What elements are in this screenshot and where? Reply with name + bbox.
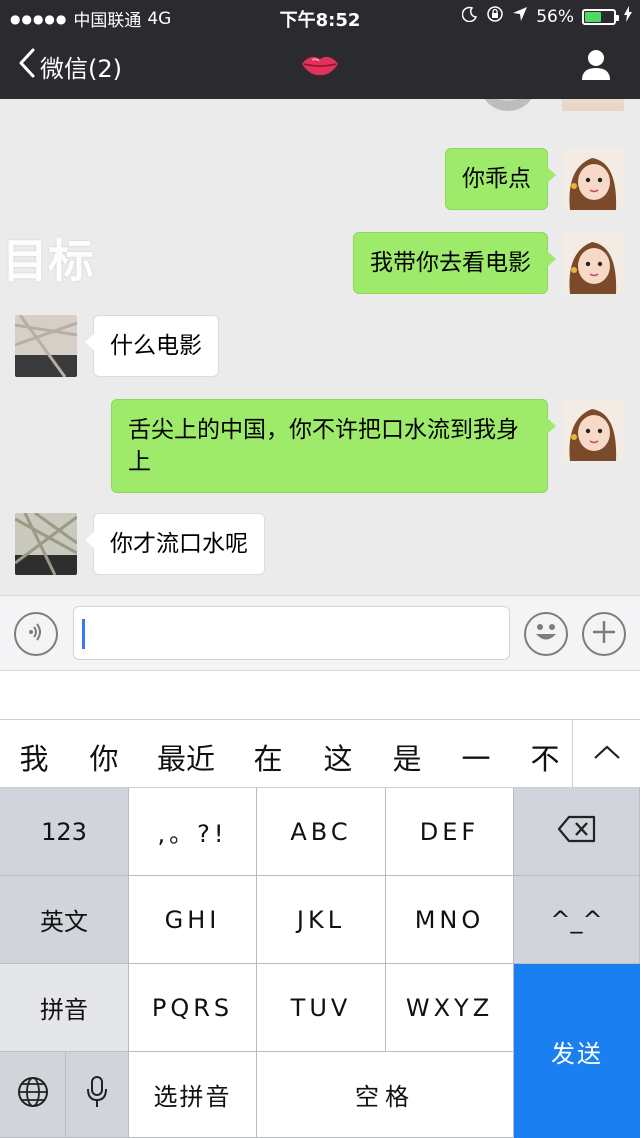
send-button[interactable]: 发送 [514,964,640,1138]
back-button[interactable]: 微信(2) [18,48,122,84]
select-pinyin-key[interactable]: 选拼音 [129,1052,257,1138]
rotation-lock-icon [486,5,504,28]
message-bubble[interactable]: 你乖点 [445,148,556,210]
candidate-item[interactable]: 是 [374,736,440,778]
key-pinyin[interactable]: 拼音 [0,964,129,1052]
watermark: 目标 [2,234,94,288]
battery-percent: 56% [536,6,574,27]
key-123[interactable]: 123 [0,788,129,876]
candidate-item[interactable]: 我 [1,736,67,778]
key-tuv[interactable]: TUV [257,964,386,1052]
candidate-item[interactable]: 你 [71,736,137,778]
keyboard-top-gap [0,671,640,719]
input-bar [0,595,640,671]
key-punctuation[interactable]: ,。?! [129,788,257,876]
backspace-icon [557,815,597,849]
key-jkl[interactable]: JKL [257,876,386,964]
partial-sticker [478,99,538,115]
candidate-bar: 我 你 最近 在 这 是 一 不 [0,719,640,788]
mic-icon [86,1075,108,1115]
top-bar: ●●●●● 中国联通 4G 下午8:52 56% 微信(2) [0,0,640,99]
chat-area[interactable]: 目标 你乖点 我带你去看电影 什么电影 舌尖上的中国，你不许把口水流到我身上 你… [0,99,640,595]
chevron-up-icon [593,744,621,764]
candidate-item[interactable]: 一 [443,736,509,778]
avatar[interactable] [15,513,77,575]
avatar[interactable] [562,148,624,210]
key-abc[interactable]: ABC [257,788,386,876]
avatar[interactable] [15,315,77,377]
message-bubble[interactable]: 舌尖上的中国，你不许把口水流到我身上 [111,399,556,493]
location-icon [512,6,528,27]
message-bubble[interactable]: 我带你去看电影 [353,232,556,294]
message-bubble[interactable]: 什么电影 [85,315,219,377]
key-english[interactable]: 英文 [0,876,129,964]
key-pqrs[interactable]: PQRS [129,964,257,1052]
key-mno[interactable]: MNO [386,876,514,964]
avatar[interactable] [562,99,624,111]
message-input[interactable] [73,606,510,660]
voice-icon [25,621,47,647]
nav-bar: 微信(2) [0,34,640,99]
lips-icon [300,50,340,80]
back-label: 微信(2) [40,54,122,83]
emoji-button[interactable] [524,612,568,656]
moon-icon [461,6,478,27]
key-wxyz[interactable]: WXYZ [386,964,514,1052]
avatar[interactable] [562,399,624,461]
charging-icon [624,6,632,27]
text-caret [82,619,85,649]
globe-icon [17,1076,49,1114]
key-def[interactable]: DEF [386,788,514,876]
candidate-item[interactable]: 最近 [153,736,219,778]
battery-level [585,11,601,22]
keyboard: 123 ,。?! ABC DEF 英文 GHI JKL MNO ^_^ 拼音 P… [0,788,640,1138]
candidate-item[interactable]: 在 [235,736,301,778]
mic-key[interactable] [66,1052,129,1138]
message-bubble[interactable]: 你才流口水呢 [85,513,265,575]
globe-key[interactable] [0,1052,66,1138]
candidate-item[interactable]: 不 [512,736,578,778]
person-icon[interactable] [580,48,612,82]
battery-icon [582,8,619,25]
plus-button[interactable] [582,612,626,656]
key-ghi[interactable]: GHI [129,876,257,964]
backspace-key[interactable] [514,788,640,876]
plus-icon [590,618,618,650]
avatar[interactable] [562,232,624,294]
chevron-left-icon [18,48,36,84]
space-key[interactable]: 空格 [257,1052,514,1138]
expand-candidates-button[interactable] [572,720,640,788]
candidate-item[interactable]: 这 [305,736,371,778]
status-bar: ●●●●● 中国联通 4G 下午8:52 56% [0,0,640,34]
key-emoticon[interactable]: ^_^ [514,876,640,964]
emoji-icon [529,615,563,653]
voice-button[interactable] [14,612,58,656]
